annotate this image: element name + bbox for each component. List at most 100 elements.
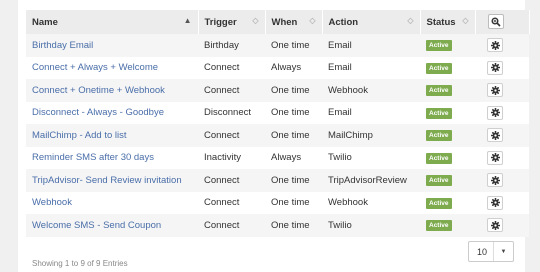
page-size-select[interactable]: 10 ▼ [468, 241, 514, 262]
table-row: Reminder SMS after 30 days Inactivity Al… [26, 146, 529, 169]
action-cell: Email [322, 101, 420, 124]
rule-name-link[interactable]: Disconnect - Always - Goodbye [32, 107, 164, 118]
rule-name-link[interactable]: Connect + Onetime + Webhook [32, 85, 165, 96]
status-cell: Active [420, 56, 475, 79]
gear-icon [490, 130, 500, 140]
status-badge: Active [426, 220, 452, 232]
settings-button[interactable] [487, 105, 503, 120]
sort-icon: ◇ [407, 16, 414, 25]
settings-button[interactable] [487, 83, 503, 97]
table-row: Birthday Email Birthday One time Email A… [26, 34, 529, 57]
settings-cell [475, 79, 529, 102]
table-row: MailChimp - Add to list Connect One time… [26, 124, 529, 147]
automation-rules-panel: Name ▲ Trigger ◇ When ◇ Action ◇ Status [18, 0, 530, 272]
trigger-cell: Connect [198, 169, 265, 192]
column-header-label: Name [32, 16, 58, 28]
trigger-cell: Connect [198, 79, 265, 102]
table-row: TripAdvisor- Send Review invitation Conn… [26, 169, 529, 192]
action-cell: Email [322, 56, 420, 79]
status-badge: Active [426, 40, 452, 52]
table-row: Welcome SMS - Send Coupon Connect One ti… [26, 214, 529, 237]
when-cell: Always [265, 56, 322, 79]
gear-icon [490, 40, 500, 50]
trigger-cell: Birthday [198, 34, 265, 57]
action-cell: Webhook [322, 191, 420, 214]
column-header-status[interactable]: Status ◇ [420, 10, 476, 34]
settings-cell [475, 214, 529, 237]
settings-button[interactable] [487, 150, 503, 165]
rule-name-cell: TripAdvisor- Send Review invitation [26, 169, 198, 192]
status-badge: Active [426, 152, 452, 164]
column-header-trigger[interactable]: Trigger ◇ [198, 10, 266, 34]
settings-cell [475, 169, 529, 192]
rule-name-link[interactable]: Connect + Always + Welcome [32, 62, 158, 73]
settings-button[interactable] [487, 128, 503, 142]
status-badge: Active [426, 130, 452, 142]
when-cell: One time [265, 79, 322, 102]
status-cell: Active [420, 79, 475, 102]
trigger-cell: Connect [198, 56, 265, 79]
column-header-tools [475, 10, 530, 34]
entries-info: Showing 1 to 9 of 9 Entries [32, 259, 128, 268]
column-header-action[interactable]: Action ◇ [322, 10, 421, 34]
gear-icon [490, 175, 500, 185]
when-cell: One time [265, 101, 322, 124]
status-cell: Active [420, 124, 475, 147]
trigger-cell: Connect [198, 191, 265, 214]
settings-cell [475, 34, 529, 57]
action-cell: Twilio [322, 214, 420, 237]
when-cell: One time [265, 191, 322, 214]
table-header-row: Name ▲ Trigger ◇ When ◇ Action ◇ Status [26, 10, 530, 34]
gear-icon [490, 85, 500, 95]
table-row: Disconnect - Always - Goodbye Disconnect… [26, 101, 529, 124]
when-cell: One time [265, 34, 322, 57]
column-header-label: Status [426, 16, 456, 28]
rules-table-body: Birthday Email Birthday One time Email A… [26, 34, 529, 237]
sort-ascending-icon: ▲ [183, 16, 192, 25]
zoom-button[interactable] [487, 14, 504, 30]
rule-name-link[interactable]: TripAdvisor- Send Review invitation [32, 175, 182, 186]
status-cell: Active [420, 146, 475, 169]
gear-icon [490, 220, 500, 230]
settings-cell [475, 146, 529, 169]
rule-name-cell: Disconnect - Always - Goodbye [26, 101, 198, 124]
status-cell: Active [420, 191, 475, 214]
settings-cell [475, 124, 529, 147]
rule-name-link[interactable]: MailChimp - Add to list [32, 130, 127, 141]
column-header-label: When [271, 16, 298, 28]
status-badge: Active [426, 107, 452, 119]
column-header-label: Trigger [204, 16, 237, 28]
status-badge: Active [426, 175, 452, 187]
column-header-when[interactable]: When ◇ [265, 10, 323, 34]
table-row: Webhook Connect One time Webhook Active [26, 191, 529, 214]
when-cell: One time [265, 214, 322, 237]
rule-name-link[interactable]: Reminder SMS after 30 days [32, 152, 154, 163]
settings-button[interactable] [487, 195, 503, 210]
action-cell: Email [322, 34, 420, 57]
settings-button[interactable] [487, 60, 503, 75]
status-cell: Active [420, 169, 475, 192]
rule-name-cell: Welcome SMS - Send Coupon [26, 214, 198, 237]
gear-icon [490, 108, 500, 117]
column-header-name[interactable]: Name ▲ [26, 10, 199, 34]
settings-button[interactable] [487, 218, 503, 232]
rule-name-link[interactable]: Birthday Email [32, 40, 93, 51]
zoom-icon [491, 17, 501, 27]
chevron-down-icon[interactable]: ▼ [494, 249, 513, 255]
rule-name-cell: Reminder SMS after 30 days [26, 146, 198, 169]
gear-icon [490, 153, 500, 162]
rule-name-link[interactable]: Welcome SMS - Send Coupon [32, 220, 161, 231]
settings-button[interactable] [487, 173, 503, 187]
rule-name-link[interactable]: Webhook [32, 197, 72, 208]
rule-name-cell: Connect + Always + Welcome [26, 56, 198, 79]
rule-name-cell: Webhook [26, 191, 198, 214]
settings-button[interactable] [487, 38, 503, 52]
status-badge: Active [426, 62, 452, 74]
action-cell: TripAdvisorReview [322, 169, 420, 192]
status-badge: Active [426, 197, 452, 209]
action-cell: Twilio [322, 146, 420, 169]
settings-cell [475, 101, 529, 124]
gear-icon [490, 63, 500, 72]
status-cell: Active [420, 34, 475, 57]
rule-name-cell: Connect + Onetime + Webhook [26, 79, 198, 102]
